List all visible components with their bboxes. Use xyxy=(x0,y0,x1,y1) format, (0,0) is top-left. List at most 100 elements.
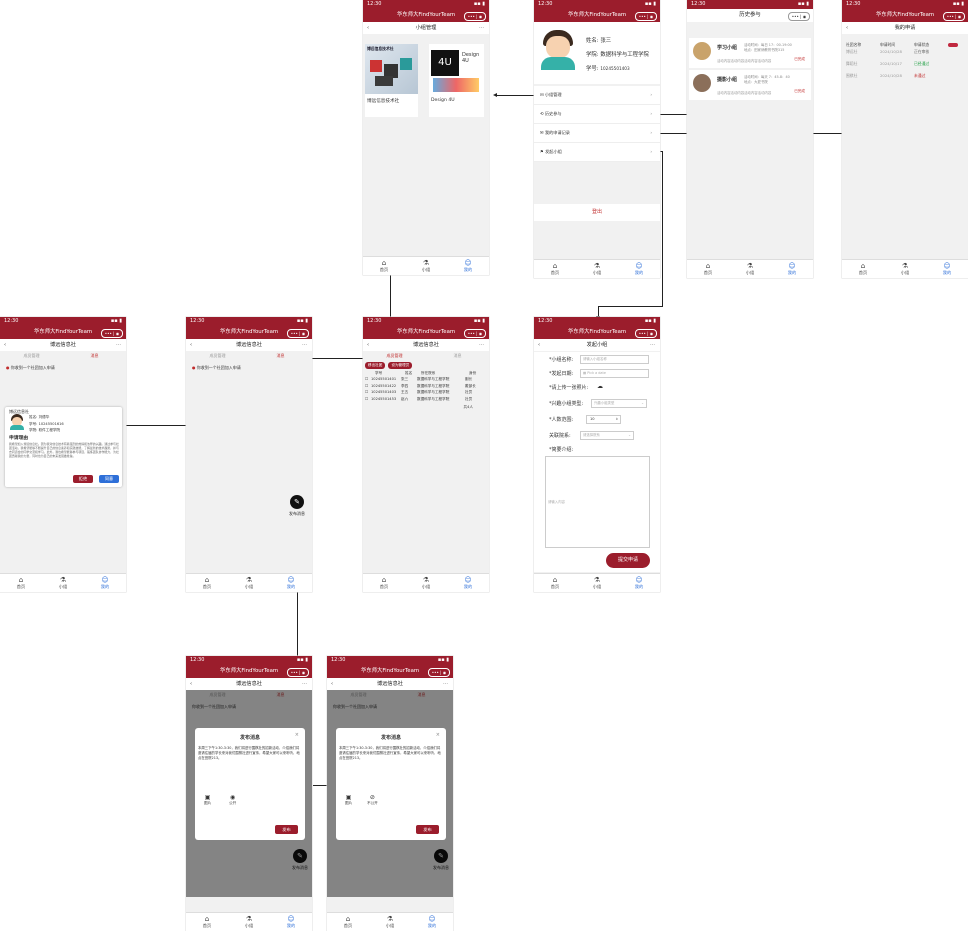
tab-mine[interactable]: ☺ 我的 xyxy=(618,574,660,592)
tab-home[interactable]: ⌂ 首页 xyxy=(534,260,576,278)
modal-message[interactable]: 本周三下午1:30-3:30，我们将进行围棋社的招新活动，介绍我们将邀请往届的学… xyxy=(198,746,302,761)
modal-message[interactable]: 本周三下午1:30-3:30，我们将进行围棋社的招新活动，介绍我们将邀请往届的学… xyxy=(339,746,443,761)
back-icon[interactable]: ‹ xyxy=(367,22,369,34)
more-icon[interactable]: ··· xyxy=(479,339,484,351)
tab-home[interactable]: ⌂ 首页 xyxy=(327,913,369,931)
reject-button[interactable]: 拒绝 xyxy=(73,475,93,483)
back-icon[interactable]: ‹ xyxy=(331,678,333,690)
tab-home[interactable]: ⌂ 首页 xyxy=(534,574,576,592)
menu-my-applications[interactable]: ✉ 我的申请记录 › xyxy=(534,124,660,143)
capsule-button[interactable]: ••• | ◉ xyxy=(287,668,309,677)
close-icon[interactable]: × xyxy=(295,732,299,738)
capsule-button[interactable]: ••• | ◉ xyxy=(287,329,309,338)
capsule-button[interactable]: ••• | ◉ xyxy=(464,329,486,338)
publish-message-button[interactable]: ✎ xyxy=(290,495,304,509)
table-row[interactable]: 围棋社 2024/10/28 未通过 xyxy=(846,73,964,85)
tab-mine[interactable]: ☺ 我的 xyxy=(84,574,126,592)
tab-messages[interactable]: 消息 xyxy=(426,351,489,361)
tab-messages[interactable]: 消息 xyxy=(63,351,126,361)
size-stepper[interactable]: 10 ⇕ xyxy=(586,415,621,424)
submit-application-button[interactable]: 提交申请 xyxy=(606,553,650,568)
tab-group[interactable]: ⚗ 小组 xyxy=(405,574,447,592)
group-card[interactable]: 4U Design 4U Design 4U xyxy=(429,44,484,117)
set-admin-button[interactable]: 设为管理员 xyxy=(388,362,413,369)
department-select[interactable]: 请选择院系 ⌄ xyxy=(580,431,634,440)
group-name-input[interactable]: 请输入小组名称 xyxy=(580,355,649,364)
more-icon[interactable]: ··· xyxy=(302,678,307,690)
capsule-button[interactable]: ••• | ◉ xyxy=(635,12,657,21)
tab-home[interactable]: ⌂ 首页 xyxy=(363,257,405,275)
tab-mine[interactable]: ☺ 我的 xyxy=(447,257,489,275)
more-icon[interactable]: ··· xyxy=(650,339,655,351)
table-row[interactable]: 博远社 2024/10/28 正在审核 xyxy=(846,49,964,61)
image-option[interactable]: ▣ 图片 xyxy=(345,794,352,806)
tab-group[interactable]: ⚗ 小组 xyxy=(729,260,771,278)
tab-messages[interactable]: 消息 xyxy=(249,351,312,361)
tab-home[interactable]: ⌂ 首页 xyxy=(842,260,884,278)
stepper-icon[interactable]: ⇕ xyxy=(615,416,618,423)
intro-textarea[interactable]: 请输入内容 xyxy=(545,456,650,548)
publish-button[interactable]: 发布 xyxy=(416,825,439,834)
tab-group[interactable]: ⚗ 小组 xyxy=(576,260,618,278)
capsule-button[interactable]: ••• | ◉ xyxy=(635,329,657,338)
logout-button[interactable]: 登出 xyxy=(534,204,660,221)
more-icon[interactable]: ··· xyxy=(443,678,448,690)
tab-group[interactable]: ⚗ 小组 xyxy=(228,574,270,592)
close-icon[interactable]: × xyxy=(436,732,440,738)
tab-mine[interactable]: ☺ 我的 xyxy=(618,260,660,278)
tab-home[interactable]: ⌂ 首页 xyxy=(363,574,405,592)
back-icon[interactable]: ‹ xyxy=(538,339,540,351)
table-row[interactable]: 舞蹈社 2024/10/17 已经通过 xyxy=(846,61,964,73)
tab-members[interactable]: 成员管理 xyxy=(363,351,426,361)
date-picker[interactable]: ▦ Pick a date xyxy=(580,369,649,378)
notice-item[interactable]: ● 你收到一个社团加入申请 xyxy=(186,361,312,375)
table-row[interactable]: ☐ 10245501453 赵六 数据科学与工程学院 社员 xyxy=(365,397,487,404)
more-icon[interactable]: ··· xyxy=(116,339,121,351)
tab-members[interactable]: 成员管理 xyxy=(186,351,249,361)
back-icon[interactable]: ‹ xyxy=(190,678,192,690)
image-option[interactable]: ▣ 图片 xyxy=(204,794,211,806)
upload-icon[interactable]: ☁ xyxy=(597,383,603,390)
tab-group[interactable]: ⚗ 小组 xyxy=(369,913,411,931)
publish-button[interactable]: 发布 xyxy=(275,825,298,834)
visibility-option[interactable]: ◉ 公开 xyxy=(229,794,236,806)
back-icon[interactable]: ‹ xyxy=(190,339,192,351)
history-item[interactable]: 摄影小组 活动时间：每天 7：45-8：40 地点：大夏书院 活动内容活动内容活动… xyxy=(689,70,811,100)
back-icon[interactable]: ‹ xyxy=(846,22,848,34)
tab-mine[interactable]: ☺ 我的 xyxy=(270,913,312,931)
tab-home[interactable]: ⌂ 首页 xyxy=(186,574,228,592)
back-icon[interactable]: ‹ xyxy=(4,339,6,351)
tab-members[interactable]: 成员管理 xyxy=(0,351,63,361)
tab-group[interactable]: ⚗ 小组 xyxy=(405,257,447,275)
capsule-button[interactable]: ••• | ◉ xyxy=(788,12,810,21)
visibility-option[interactable]: ⊘ 不公开 xyxy=(367,794,378,806)
tab-home[interactable]: ⌂ 首页 xyxy=(186,913,228,931)
tab-group[interactable]: ⚗ 小组 xyxy=(576,574,618,592)
tab-home[interactable]: ⌂ 首页 xyxy=(687,260,729,278)
tab-mine[interactable]: ☺ 我的 xyxy=(270,574,312,592)
capsule-button[interactable]: ••• | ◉ xyxy=(464,12,486,21)
group-type-select[interactable]: 兴趣小组类型 ⌄ xyxy=(591,399,647,408)
menu-group-management[interactable]: ⊟ 小组管理 › xyxy=(534,86,660,105)
remove-member-button[interactable]: 移出社团 xyxy=(365,362,386,369)
tab-group[interactable]: ⚗ 小组 xyxy=(42,574,84,592)
more-icon[interactable]: ··· xyxy=(302,339,307,351)
capsule-button[interactable]: ••• | ◉ xyxy=(101,329,123,338)
tab-mine[interactable]: ☺ 我的 xyxy=(771,260,813,278)
tab-mine[interactable]: ☺ 我的 xyxy=(447,574,489,592)
tab-mine[interactable]: ☺ 我的 xyxy=(926,260,968,278)
capsule-button[interactable]: ••• | ◉ xyxy=(943,12,965,21)
tab-mine[interactable]: ☺ 我的 xyxy=(411,913,453,931)
history-item[interactable]: 学习小组 活动时间：每日 17：00-19:00 地点：田家炳教育书院315 活动… xyxy=(689,38,811,68)
menu-history[interactable]: ⟲ 历史参与 › xyxy=(534,105,660,124)
group-card[interactable]: 博远信息技术社 博远信息技术社 xyxy=(365,44,418,117)
tab-group[interactable]: ⚗ 小组 xyxy=(884,260,926,278)
tab-group[interactable]: ⚗ 小组 xyxy=(228,913,270,931)
more-icon[interactable]: ··· xyxy=(479,22,484,34)
capsule-button[interactable]: ••• | ◉ xyxy=(428,668,450,677)
approve-button[interactable]: 同意 xyxy=(99,475,119,483)
tab-home[interactable]: ⌂ 首页 xyxy=(0,574,42,592)
menu-create-group[interactable]: ⚑ 发起小组 › xyxy=(534,143,660,162)
back-icon[interactable]: ‹ xyxy=(367,339,369,351)
notice-item[interactable]: ● 你收到一个社团加入申请 xyxy=(0,361,126,375)
